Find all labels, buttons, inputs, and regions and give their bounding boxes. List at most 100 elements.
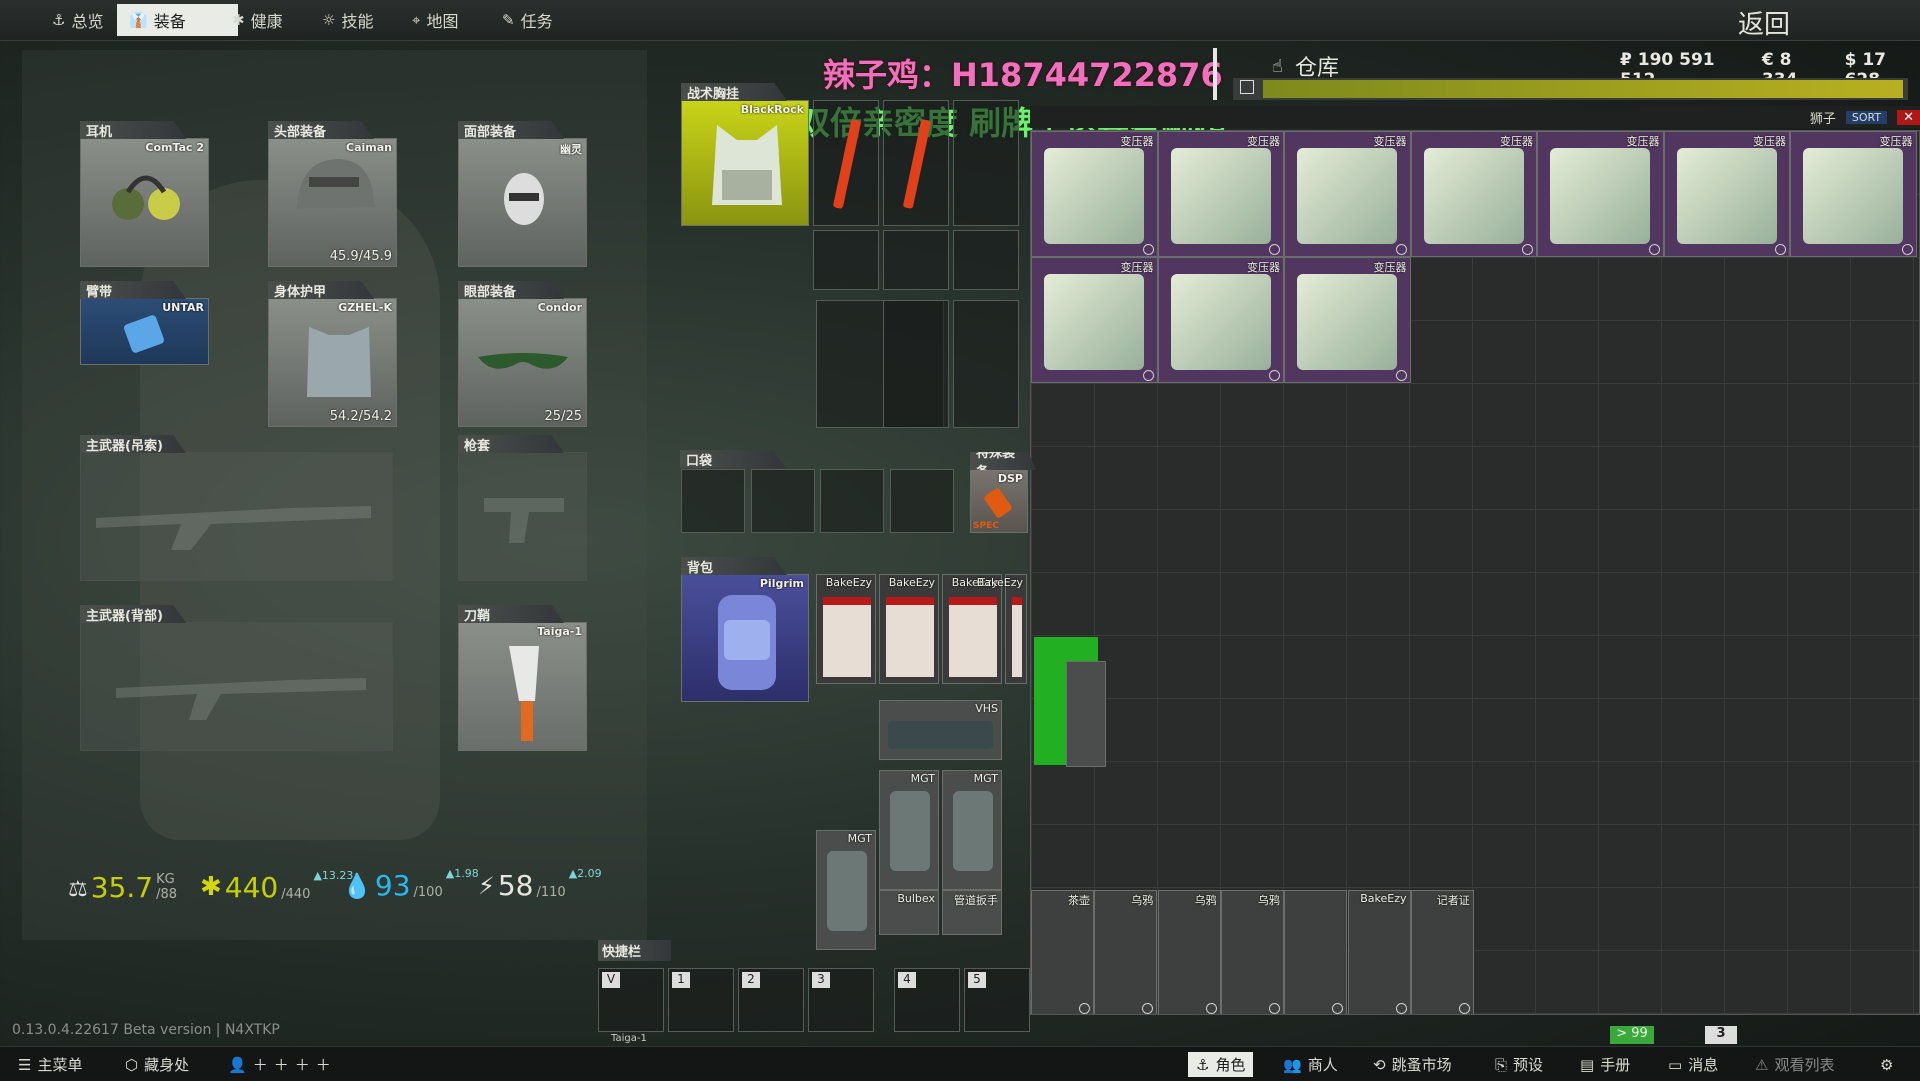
found-in-raid-icon (1458, 1003, 1470, 1014)
slot-primary-sling[interactable]: 主武器(吊索) (80, 435, 393, 581)
slot-armor[interactable]: 身体护甲 GZHEL-K 54.2/54.2 (268, 281, 397, 427)
sort-button[interactable]: SORT (1845, 110, 1888, 124)
rig-slot[interactable] (813, 230, 879, 290)
mre-icon (886, 597, 934, 677)
tab-tasks[interactable]: ✎ 任务 (490, 4, 565, 36)
stash-bottom-item[interactable]: BakeEzy (1347, 890, 1411, 1014)
backpack-item[interactable]: MGT (879, 770, 939, 890)
quickbar-slot[interactable]: 2 (738, 968, 804, 1032)
stash-item-transformer[interactable]: 变压器 (1157, 257, 1284, 383)
slot-rig[interactable]: 战术胸挂 BlackRock (681, 83, 809, 226)
main-menu-button[interactable]: ☰ 主菜单 (18, 1052, 82, 1077)
stash-item-transformer[interactable]: 变压器 (1537, 131, 1664, 257)
stash-bottom-item[interactable]: 茶壶 (1031, 890, 1094, 1014)
slot-primary-back[interactable]: 主武器(背部) (80, 605, 393, 751)
item-name: 变压器 (1500, 135, 1533, 148)
close-icon[interactable]: ✕ (1897, 109, 1920, 125)
stash-item-transformer[interactable]: 变压器 (1157, 131, 1284, 257)
pocket-slot[interactable] (890, 469, 954, 533)
back-button[interactable]: 返回 (1738, 4, 1790, 41)
handbook-button[interactable]: ▤ 手册 (1580, 1052, 1630, 1077)
slot-holster[interactable]: 枪套 (458, 435, 587, 581)
messages-button[interactable]: ▭ 消息 (1668, 1052, 1718, 1077)
stash-item-transformer[interactable]: 变压器 (1284, 131, 1411, 257)
backpack-item[interactable]: Bulbex (879, 890, 939, 935)
plus-icon[interactable]: ＋ (316, 1054, 331, 1075)
grid-icon[interactable] (1240, 80, 1254, 94)
presets-button[interactable]: ⎘ 预设 (1495, 1052, 1543, 1077)
item-name: 幽灵 (560, 143, 582, 156)
plus-icon[interactable]: ＋ (274, 1054, 289, 1075)
quickbar-slot[interactable]: 1 (668, 968, 734, 1032)
stash-bottom-item[interactable]: 乌鸦 (1157, 890, 1221, 1014)
watchlist-button[interactable]: ⚠ 观看列表 (1755, 1052, 1834, 1077)
backpack-item[interactable]: VHS (879, 700, 1002, 760)
headset-icon (112, 175, 180, 220)
slot-scabbard[interactable]: 刀鞘 Taiga-1 (458, 605, 587, 751)
slot-face[interactable]: 面部装备 幽灵 (458, 121, 587, 267)
stash-item-transformer[interactable]: 变压器 (1031, 257, 1158, 383)
quickbar-slot[interactable]: V (598, 968, 664, 1032)
slot-headwear[interactable]: 头部装备 Caiman 45.9/45.9 (268, 121, 397, 267)
rig-slot[interactable] (883, 230, 949, 290)
stash-bottom-item[interactable]: 记者证 (1410, 890, 1474, 1014)
traders-button[interactable]: 👥 商人 (1283, 1052, 1338, 1077)
slot-special[interactable]: 特殊装备 DSP SPEC (970, 452, 1036, 533)
energy-value: 58 (497, 869, 534, 902)
rig-slot[interactable] (953, 230, 1019, 290)
stash-scroll-thumb[interactable] (1263, 80, 1903, 98)
slot-earpiece[interactable]: 耳机 ComTac 2 (80, 121, 209, 267)
backpack-item[interactable]: MGT (942, 770, 1002, 890)
dragged-item[interactable] (1066, 661, 1106, 767)
rig-slot[interactable] (953, 100, 1019, 226)
character-button[interactable]: ⚓ 角色 (1188, 1052, 1254, 1077)
stash-bottom-item[interactable]: 乌鸦 (1094, 890, 1158, 1014)
plus-icon[interactable]: ＋ (253, 1054, 268, 1075)
tab-skills[interactable]: ☼ 技能 (310, 4, 385, 36)
tab-health[interactable]: ✱ 健康 (220, 4, 295, 36)
rig-slot[interactable] (883, 100, 949, 226)
stash-item-transformer[interactable]: 变压器 (1410, 131, 1537, 257)
backpack-item[interactable]: BakeEzy (942, 574, 1002, 684)
hideout-button[interactable]: ⬡ 藏身处 (125, 1052, 189, 1077)
stash-grid[interactable]: 变压器 变压器 变压器 变压器 变压器 变压器 变压器 变压器 变压器 变压器 茶壶 乌鸦 乌鸦 乌鸦 Ba… (1030, 130, 1920, 1015)
plus-icon[interactable]: ＋ (295, 1054, 310, 1075)
party-slots[interactable]: 👤 ＋ ＋ ＋ ＋ (228, 1052, 331, 1077)
slot-eyewear[interactable]: 眼部装备 Condor 25/25 (458, 281, 587, 427)
slot-armband[interactable]: 臂带 UNTAR (80, 281, 209, 365)
button-label: 消息 (1688, 1056, 1719, 1074)
tab-overview[interactable]: ⚓ 总览 (40, 4, 115, 36)
backpack-item[interactable]: BakeEzy (879, 574, 939, 684)
stash-bottom-item[interactable]: 乌鸦 (1220, 890, 1284, 1014)
flea-market-button[interactable]: ⟲ 跳蚤市场 (1373, 1052, 1452, 1077)
pocket-slot[interactable] (681, 469, 745, 533)
slot-backpack[interactable]: 背包 Pilgrim (681, 557, 809, 702)
stash-item-transformer[interactable]: 变压器 (1790, 131, 1917, 257)
energy-stat: ⚡ 58 /110 ▲2.09 (478, 867, 602, 902)
rig-slot[interactable] (883, 300, 949, 428)
backpack-item[interactable]: BakeEzy (977, 574, 1027, 684)
mre-icon (949, 597, 997, 677)
settings-button[interactable]: ⚙ (1880, 1052, 1893, 1077)
hydration-max: /100 (413, 885, 443, 900)
quickbar-slot[interactable]: 3 (808, 968, 874, 1032)
quickbar-slot[interactable]: 5 (964, 968, 1030, 1032)
stash-bottom-item[interactable] (1284, 890, 1348, 1014)
overlay-contact-text: 辣子鸡：H18744722876 (823, 56, 1223, 94)
tab-label: 健康 (250, 12, 283, 31)
stash-scroll-track[interactable] (1233, 78, 1908, 100)
rig-slot[interactable] (953, 300, 1019, 428)
vhs-tape-icon (888, 721, 993, 749)
pocket-slot[interactable] (751, 469, 815, 533)
quickbar-slot[interactable]: 4 (894, 968, 960, 1032)
rig-slot[interactable] (813, 100, 879, 226)
book-icon: ▤ (1580, 1055, 1595, 1074)
tab-map[interactable]: ⌖ 地图 (400, 4, 470, 36)
stash-item-transformer[interactable]: 变压器 (1663, 131, 1790, 257)
backpack-item[interactable]: BakeEzy (816, 574, 876, 684)
backpack-item[interactable]: 管道扳手 (942, 890, 1002, 935)
pocket-slot[interactable] (820, 469, 884, 533)
backpack-item[interactable]: MGT (816, 830, 876, 950)
stash-item-transformer[interactable]: 变压器 (1031, 131, 1158, 257)
stash-item-transformer[interactable]: 变压器 (1284, 257, 1411, 383)
